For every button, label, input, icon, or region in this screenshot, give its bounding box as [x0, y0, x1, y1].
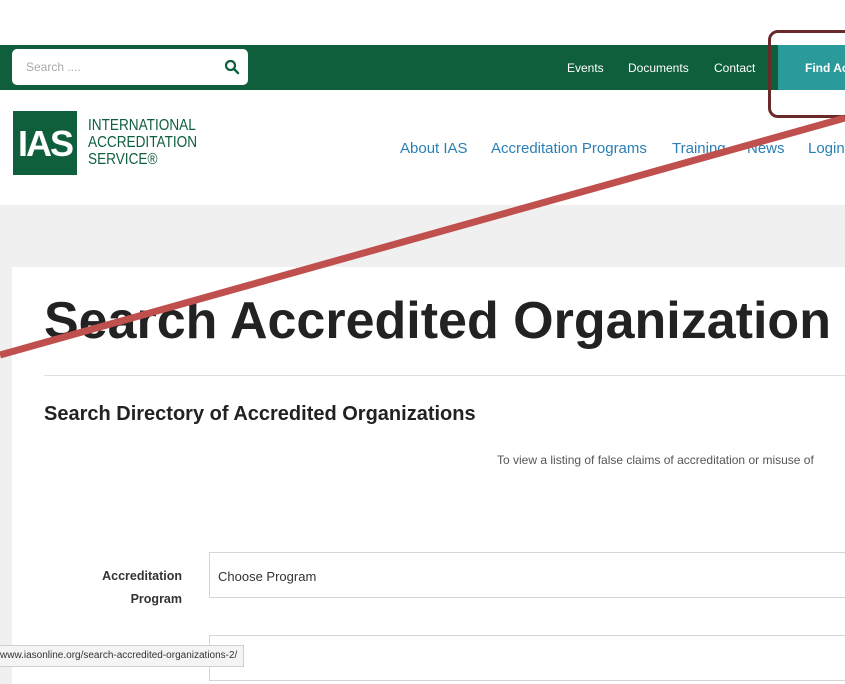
annotation-arrow: [0, 114, 845, 359]
status-bar-url: www.iasonline.org/search-accredited-orga…: [0, 645, 245, 667]
